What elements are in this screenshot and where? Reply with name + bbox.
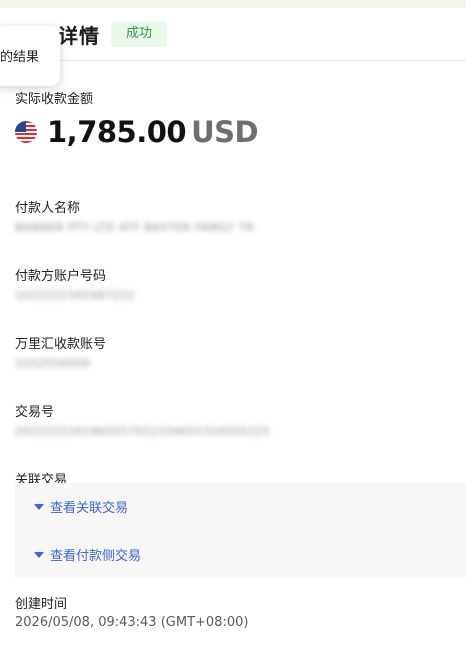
status-badge: 成功	[111, 21, 167, 47]
caret-down-icon	[34, 551, 44, 558]
amount-row: 1,785.00 USD	[15, 114, 259, 150]
amount-value: 1,785.00	[47, 115, 187, 149]
created-time-value: 2026/05/08, 09:43:43 (GMT+08:00)	[15, 615, 249, 630]
view-payer-side-transactions-text: 查看付款侧交易	[50, 549, 142, 564]
created-time-label: 创建时间	[15, 597, 68, 612]
wanlihui-account-label: 万里汇收款账号	[15, 337, 107, 352]
transaction-id-label: 交易号	[15, 405, 55, 420]
currency-code: USD	[191, 115, 259, 149]
us-flag-icon	[15, 121, 37, 143]
top-strip	[0, 0, 466, 8]
view-related-transactions-link[interactable]: 查看关联交易	[34, 497, 128, 516]
payer-name-label: 付款人名称	[15, 201, 81, 216]
related-transactions-panel: 查看关联交易 查看付款侧交易	[15, 483, 466, 578]
caret-down-icon	[34, 503, 44, 510]
page-title: 详情	[58, 24, 100, 48]
wanlihui-account-value: 3202556009	[15, 357, 90, 370]
payer-account-label: 付款方账户号码	[15, 269, 107, 284]
header-divider	[0, 60, 466, 61]
view-payer-side-transactions-link[interactable]: 查看付款侧交易	[34, 545, 141, 564]
payer-name-value: BANNER PTY LTD ATF BAXTER FAMILY TR	[15, 221, 255, 234]
tooltip-text: 的结果	[0, 50, 40, 65]
amount-label: 实际收款金额	[15, 92, 94, 107]
payer-account-value: 1022222345987222	[15, 289, 135, 302]
transaction-id-value: 2022222261965557022334655324555225	[15, 425, 270, 438]
view-related-transactions-text: 查看关联交易	[50, 501, 129, 516]
tooltip-popover: 的结果	[0, 26, 60, 86]
